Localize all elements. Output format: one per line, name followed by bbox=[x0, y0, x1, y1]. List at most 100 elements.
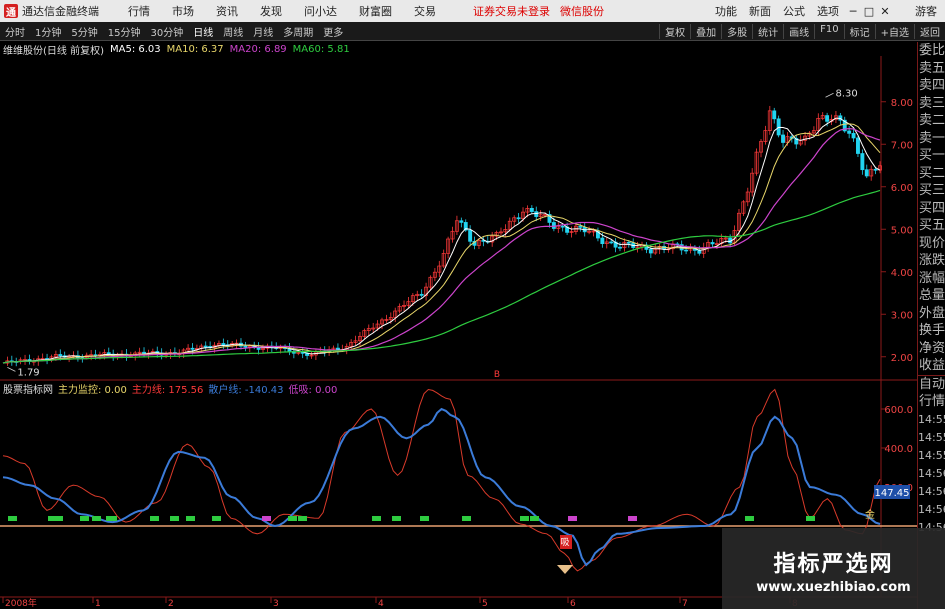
candle-body bbox=[851, 133, 856, 139]
price-tick-label: 8.00 bbox=[891, 98, 913, 109]
candle-body bbox=[710, 242, 715, 245]
sidebar-item-ask3[interactable]: 卖三 bbox=[918, 95, 945, 113]
candle-body bbox=[772, 110, 777, 120]
candle-body bbox=[578, 225, 583, 228]
price-chart[interactable]: 8.00 7.00 6.00 5.00 4.00 3.00 2.00 8.30 1.79 B 600… bbox=[0, 0, 917, 609]
candle-body bbox=[419, 293, 424, 296]
candle-body bbox=[203, 345, 208, 348]
buy-signal-marker bbox=[8, 516, 17, 521]
sidebar-item-bid3[interactable]: 买三 bbox=[918, 182, 945, 200]
x-tick-label: 5 bbox=[482, 599, 488, 609]
buy-signal-marker bbox=[298, 516, 307, 521]
candle-body bbox=[243, 345, 248, 348]
main-line-label: 主力线: 175.56 bbox=[131, 384, 204, 396]
x-tick-label: 7 bbox=[682, 599, 688, 609]
terminal-window: 通 通达信金融终端 行情 市场 资讯 发现 问小达 财富圈 交易 证券交易未登录… bbox=[0, 0, 945, 609]
buy-signal-marker bbox=[462, 516, 471, 521]
bottom-signal-marker bbox=[557, 565, 573, 574]
buy-marker: B bbox=[494, 370, 500, 380]
tick-time: 14:56 bbox=[918, 466, 945, 480]
candle-body bbox=[609, 241, 614, 244]
candle-body bbox=[873, 168, 878, 171]
price-tick-label: 3.00 bbox=[891, 310, 913, 321]
tick-time: 14:55 bbox=[918, 412, 945, 426]
quote-sidebar: 委比 卖五 卖四 卖三 卖二 卖一 买一 买二 买三 买四 买五 现价 涨跌 涨… bbox=[917, 42, 945, 609]
candle-body bbox=[626, 241, 631, 244]
sidebar-item-change-pct[interactable]: 涨幅 bbox=[918, 270, 945, 288]
candle-body bbox=[825, 115, 830, 122]
sidebar-item-ask1[interactable]: 卖一 bbox=[918, 130, 945, 148]
sidebar-item-ask2[interactable]: 卖二 bbox=[918, 112, 945, 130]
sell-signal-marker bbox=[628, 516, 637, 521]
buy-signal-marker bbox=[806, 516, 815, 521]
candle-body bbox=[864, 169, 869, 177]
candle-body bbox=[529, 207, 534, 212]
candle-body bbox=[516, 217, 521, 220]
ma10-label: MA10: 6.37 bbox=[166, 43, 224, 55]
sidebar-item-ask5[interactable]: 卖五 bbox=[918, 60, 945, 78]
low-label: 1.79 bbox=[17, 367, 39, 378]
sell-signal-marker bbox=[568, 516, 577, 521]
buy-label: 吸 bbox=[560, 537, 569, 548]
buy-signal-marker bbox=[80, 516, 89, 521]
main-monitor-label: 主力监控: 0.00 bbox=[58, 384, 127, 396]
watermark: 指标严选网 www.xuezhibiao.com bbox=[722, 528, 945, 609]
candle-body bbox=[648, 249, 653, 254]
indicator-name[interactable]: 股票指标网 bbox=[3, 381, 53, 396]
candle-body bbox=[847, 130, 852, 134]
guest-label[interactable]: 游客 bbox=[915, 3, 937, 19]
stock-name[interactable]: 维维股份(日线 前复权) bbox=[3, 42, 104, 57]
price-tick-label: 2.00 bbox=[891, 353, 913, 364]
buy-signal-marker bbox=[170, 516, 179, 521]
price-tick-label: 5.00 bbox=[891, 225, 913, 236]
main-chart-header: 维维股份(日线 前复权) MA5: 6.03 MA10: 6.37 MA20: … bbox=[0, 42, 356, 57]
candle-body bbox=[534, 211, 539, 217]
buy-signal-marker bbox=[745, 516, 754, 521]
high-pointer bbox=[825, 92, 834, 98]
sidebar-section: 自动 行情 14:55 14:55 14:55 14:56 14:56 14:5… bbox=[918, 374, 945, 537]
buy-signal-marker bbox=[54, 516, 63, 521]
tick-time: 14:56 bbox=[918, 484, 945, 498]
sidebar-item-bid5[interactable]: 买五 bbox=[918, 217, 945, 235]
x-tick-label: 1 bbox=[95, 599, 101, 609]
candle-body bbox=[551, 222, 556, 229]
buy-signal-marker bbox=[372, 516, 381, 521]
low-pointer bbox=[7, 367, 16, 372]
tick-time: 14:55 bbox=[918, 430, 945, 444]
sidebar-item-ask4[interactable]: 卖四 bbox=[918, 77, 945, 95]
sidebar-item-turnover[interactable]: 换手 bbox=[918, 322, 945, 340]
back-button[interactable]: 返回 bbox=[914, 23, 945, 39]
price-tick-label: 7.00 bbox=[891, 140, 913, 151]
buy-signal-marker bbox=[392, 516, 401, 521]
watermark-url: www.xuezhibiao.com bbox=[756, 580, 911, 595]
candle-body bbox=[221, 343, 226, 346]
retail-line-label: 散户线: -140.43 bbox=[208, 384, 284, 396]
candle-body bbox=[459, 220, 464, 223]
sidebar-item-bid1[interactable]: 买一 bbox=[918, 147, 945, 165]
sidebar-quotes[interactable]: 行情 bbox=[918, 393, 945, 411]
sidebar-item-order-ratio[interactable]: 委比 bbox=[918, 42, 945, 60]
x-tick-label: 6 bbox=[570, 599, 576, 609]
candle-body bbox=[600, 237, 605, 244]
sidebar-auto[interactable]: 自动 bbox=[918, 376, 945, 394]
sidebar-item-earnings[interactable]: 收益 bbox=[918, 357, 945, 375]
sidebar-item-bid4[interactable]: 买四 bbox=[918, 200, 945, 218]
buy-signal-marker bbox=[186, 516, 195, 521]
sidebar-item-outer[interactable]: 外盘 bbox=[918, 305, 945, 323]
sidebar-item-price[interactable]: 现价 bbox=[918, 235, 945, 253]
ma5-line bbox=[2, 117, 881, 364]
sidebar-item-change[interactable]: 涨跌 bbox=[918, 252, 945, 270]
buy-signal-marker bbox=[212, 516, 221, 521]
candle-body bbox=[190, 347, 195, 350]
buy-signal-marker bbox=[420, 516, 429, 521]
sidebar-item-net-assets[interactable]: 净资 bbox=[918, 340, 945, 358]
candle-body bbox=[58, 354, 63, 357]
price-tick-label: 6.00 bbox=[891, 183, 913, 194]
sidebar-item-bid2[interactable]: 买二 bbox=[918, 165, 945, 183]
watermark-title: 指标严选网 bbox=[773, 552, 894, 577]
sidebar-item-volume[interactable]: 总量 bbox=[918, 287, 945, 305]
candle-body bbox=[856, 137, 860, 154]
price-tick-label: 4.00 bbox=[891, 268, 913, 279]
high-label: 8.30 bbox=[836, 88, 858, 99]
tick-time: 14:56 bbox=[918, 502, 945, 516]
